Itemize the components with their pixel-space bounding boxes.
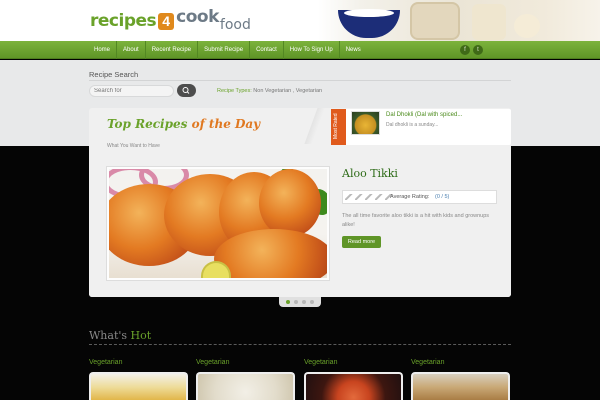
search-icon	[182, 87, 190, 94]
spoon-icon[interactable]	[365, 194, 373, 200]
divider	[89, 80, 511, 81]
average-rating-label: Average Rating:	[390, 194, 430, 200]
featured-recipe-image[interactable]	[106, 166, 330, 281]
spoon-icon[interactable]	[355, 194, 363, 200]
recipe-types-value[interactable]: Non Vegetarian , Vegetarian	[253, 88, 322, 94]
most-rated-description: Dal dhokli is a sunday...	[386, 122, 439, 128]
top-recipes-title: Top Recipes of the Day	[107, 117, 260, 131]
nav-news[interactable]: News	[340, 41, 367, 59]
logo-text-recipes: recipes	[90, 11, 157, 31]
read-more-button[interactable]: Read more	[342, 236, 381, 248]
hot-item-image[interactable]	[196, 372, 295, 400]
slider-dot-1[interactable]	[286, 300, 290, 304]
nav-about[interactable]: About	[117, 41, 146, 59]
hot-item-image[interactable]	[304, 372, 403, 400]
whats-hot-title: What's Hot	[89, 329, 151, 342]
spoon-icon[interactable]	[345, 194, 353, 200]
main-nav: Home About Recent Recipe Submit Recipe C…	[0, 41, 600, 59]
twitter-icon[interactable]: t	[473, 45, 483, 55]
hot-item-category[interactable]: Vegetarian	[196, 359, 229, 366]
spoon-icon[interactable]	[375, 194, 383, 200]
egg-image	[514, 14, 540, 38]
nav-submit-recipe[interactable]: Submit Recipe	[198, 41, 251, 59]
top-recipes-subtitle: What You Want to Have	[107, 143, 160, 149]
divider	[89, 344, 511, 345]
most-rated-ribbon: Most Rated	[331, 109, 346, 145]
hot-item-category[interactable]: Vegetarian	[304, 359, 337, 366]
logo-text-food: food	[219, 17, 251, 33]
facebook-icon[interactable]: f	[460, 45, 470, 55]
search-button[interactable]	[177, 84, 196, 97]
logo-text-4: 4	[158, 12, 175, 30]
site-header: recipes 4 cook food	[0, 0, 600, 41]
rating-spoons[interactable]	[345, 194, 393, 200]
header-banner-image	[318, 0, 600, 41]
most-rated-title[interactable]: Dal Dhokli (Dal with spiced...	[386, 112, 462, 118]
search-title: Recipe Search	[89, 70, 139, 79]
slider-dot-3[interactable]	[302, 300, 306, 304]
recipe-types-label: Recipe Types:	[217, 88, 252, 94]
jar-image-2	[472, 4, 506, 40]
search-input[interactable]	[89, 85, 174, 97]
top-recipes-title-part1: Top Recipes	[107, 117, 188, 131]
average-rating-value: (0 / 5)	[435, 194, 450, 200]
featured-recipe-title[interactable]: Aloo Tikki	[342, 167, 398, 180]
whats-hot-title-part1: What's	[89, 329, 128, 342]
site-logo[interactable]: recipes 4 cook food	[90, 6, 251, 36]
hot-item-image[interactable]	[89, 372, 188, 400]
hot-item-image[interactable]	[411, 372, 510, 400]
logo-text-cook: cook	[176, 7, 219, 27]
featured-recipe-description: The all time favorite aloo tikki is a hi…	[342, 213, 490, 228]
recipe-types: Recipe Types: Non Vegetarian , Vegetaria…	[217, 88, 322, 94]
slider-dot-4[interactable]	[310, 300, 314, 304]
nav-contact[interactable]: Contact	[250, 41, 284, 59]
most-rated-thumbnail[interactable]	[351, 111, 380, 135]
top-recipes-title-part2: of the Day	[191, 117, 261, 131]
slider-dot-2[interactable]	[294, 300, 298, 304]
jar-image	[410, 2, 460, 40]
hot-item-category[interactable]: Vegetarian	[89, 359, 122, 366]
nav-recent-recipe[interactable]: Recent Recipe	[146, 41, 199, 59]
nav-home[interactable]: Home	[88, 41, 118, 59]
hot-item-category[interactable]: Vegetarian	[411, 359, 444, 366]
nav-how-to-sign-up[interactable]: How To Sign Up	[284, 41, 340, 59]
whats-hot-title-part2: Hot	[130, 329, 152, 342]
